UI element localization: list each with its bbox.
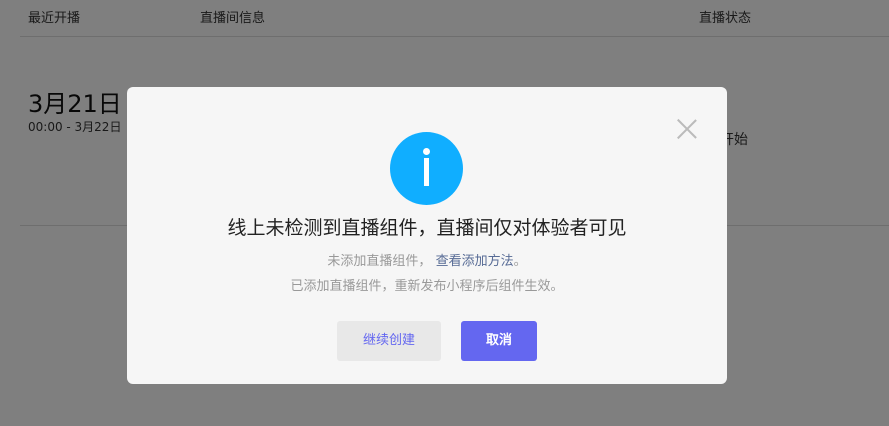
line1-suffix: 。 [513, 254, 527, 269]
continue-create-button[interactable]: 继续创建 [337, 321, 441, 361]
warning-dialog: 线上未检测到直播组件，直播间仅对体验者可见 未添加直播组件， 查看添加方法。 已… [127, 87, 727, 384]
dialog-line2: 已添加直播组件，重新发布小程序后组件生效。 [290, 279, 564, 294]
info-icon [390, 132, 463, 205]
dialog-line1: 未添加直播组件， 查看添加方法。 [127, 250, 727, 269]
line1-text: 未添加直播组件， [327, 254, 432, 269]
cancel-button[interactable]: 取消 [461, 321, 537, 361]
close-icon[interactable] [677, 119, 697, 139]
dialog-title: 线上未检测到直播组件，直播间仅对体验者可见 [227, 217, 627, 239]
view-add-method-link[interactable]: 查看添加方法 [436, 254, 514, 269]
